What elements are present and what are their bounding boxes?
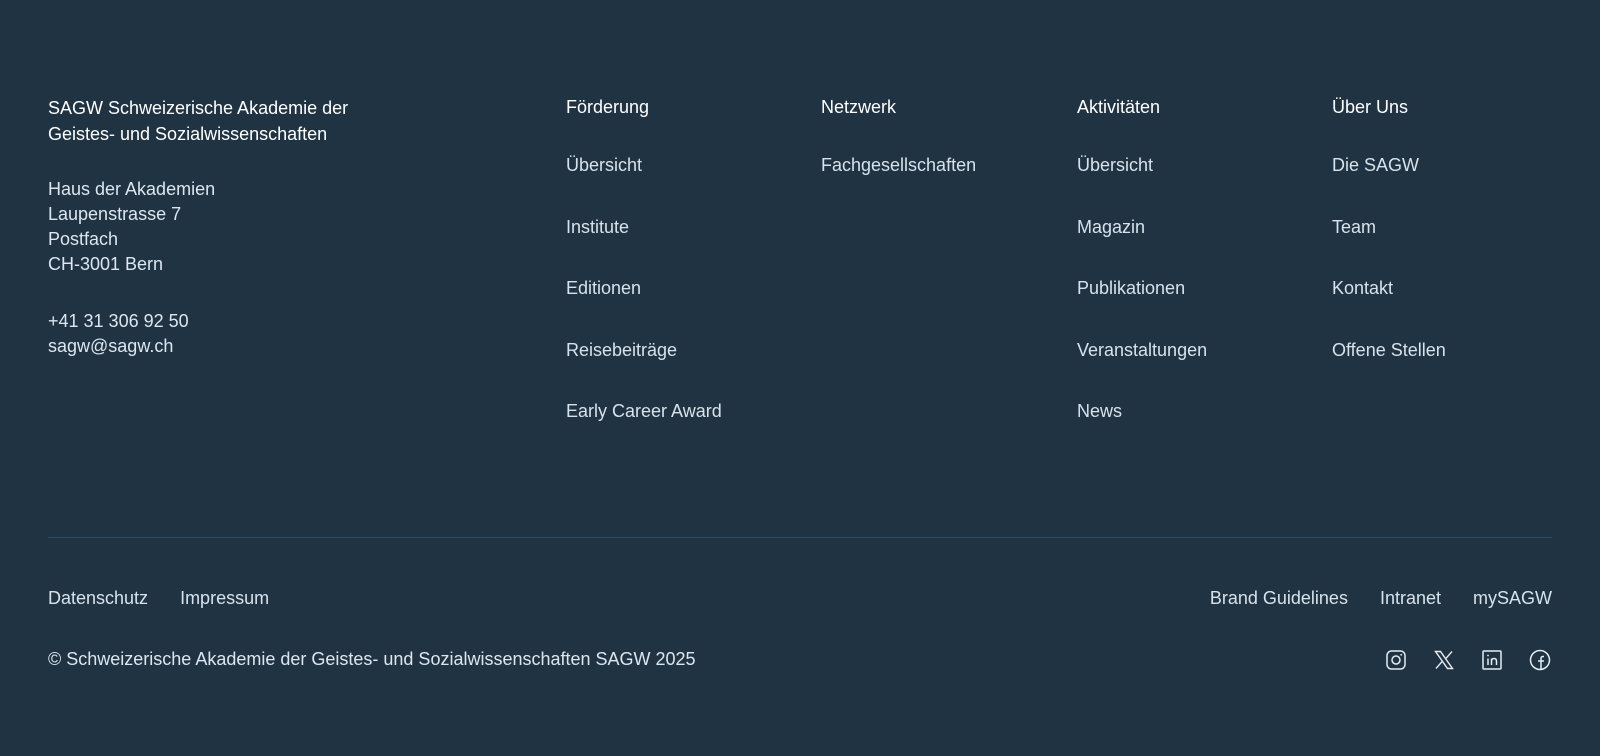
nav-column-ueber-uns: Über Uns Die SAGW Team Kontakt Offene St…: [1332, 95, 1572, 399]
facebook-link[interactable]: [1528, 648, 1552, 672]
social-links: [1384, 648, 1552, 672]
instagram-icon: [1386, 650, 1406, 670]
copyright-text: © Schweizerische Akademie der Geistes- u…: [48, 649, 696, 669]
address-line: Haus der Akademien: [48, 179, 216, 199]
nav-link-fachgesellschaften[interactable]: Fachgesellschaften: [821, 155, 976, 175]
nav-column-title: Netzwerk: [821, 97, 897, 117]
address-line: CH-3001 Bern: [48, 254, 164, 274]
organization-name: SAGW Schweizerische Akademie der Geistes…: [48, 98, 349, 144]
nav-link-editionen[interactable]: Editionen: [566, 278, 641, 298]
intranet-link[interactable]: Intranet: [1380, 586, 1441, 610]
x-icon: [1434, 650, 1454, 670]
brand-guidelines-link[interactable]: Brand Guidelines: [1210, 586, 1348, 610]
nav-column-aktivitaeten: Aktivitäten Übersicht Magazin Publikatio…: [1077, 95, 1317, 461]
nav-column-foerderung: Förderung Übersicht Institute Editionen …: [566, 95, 806, 461]
nav-link-news[interactable]: News: [1077, 401, 1122, 421]
nav-column-netzwerk: Netzwerk Fachgesellschaften: [821, 95, 1061, 215]
phone-link[interactable]: +41 31 306 92 50: [48, 311, 189, 331]
nav-link-uebersicht[interactable]: Übersicht: [566, 155, 642, 175]
organization-contact: +41 31 306 92 50 sagw@sagw.ch: [48, 309, 408, 359]
nav-link-reisebeitraege[interactable]: Reisebeiträge: [566, 340, 677, 360]
organization-address: Haus der Akademien Laupenstrasse 7 Postf…: [48, 177, 408, 277]
datenschutz-link[interactable]: Datenschutz: [48, 586, 148, 610]
email-link[interactable]: sagw@sagw.ch: [48, 336, 173, 356]
nav-column-title: Über Uns: [1332, 97, 1409, 117]
utility-links: Brand Guidelines Intranet mySAGW: [1210, 586, 1552, 610]
nav-link-institute[interactable]: Institute: [566, 217, 629, 237]
nav-link-team[interactable]: Team: [1332, 217, 1376, 237]
nav-column-title: Förderung: [566, 97, 650, 117]
mysagw-link[interactable]: mySAGW: [1473, 586, 1552, 610]
nav-link-publikationen[interactable]: Publikationen: [1077, 278, 1185, 298]
nav-link-veranstaltungen[interactable]: Veranstaltungen: [1077, 340, 1207, 360]
nav-link-magazin[interactable]: Magazin: [1077, 217, 1145, 237]
address-line: Laupenstrasse 7: [48, 204, 182, 224]
nav-link-uebersicht[interactable]: Übersicht: [1077, 155, 1153, 175]
footer-divider: [48, 537, 1552, 538]
nav-link-die-sagw[interactable]: Die SAGW: [1332, 155, 1419, 175]
legal-links: Datenschutz Impressum: [48, 586, 269, 610]
address-line: Postfach: [48, 229, 119, 249]
organization-info: SAGW Schweizerische Akademie der Geistes…: [48, 95, 408, 359]
x-link[interactable]: [1432, 648, 1456, 672]
linkedin-icon: [1482, 650, 1502, 670]
facebook-icon: [1529, 649, 1551, 671]
impressum-link[interactable]: Impressum: [180, 586, 269, 610]
instagram-link[interactable]: [1384, 648, 1408, 672]
nav-link-early-career-award[interactable]: Early Career Award: [566, 401, 722, 421]
site-footer: SAGW Schweizerische Akademie der Geistes…: [0, 0, 1600, 756]
linkedin-link[interactable]: [1480, 648, 1504, 672]
nav-column-title: Aktivitäten: [1077, 97, 1161, 117]
nav-link-offene-stellen[interactable]: Offene Stellen: [1332, 340, 1446, 360]
nav-link-kontakt[interactable]: Kontakt: [1332, 278, 1393, 298]
